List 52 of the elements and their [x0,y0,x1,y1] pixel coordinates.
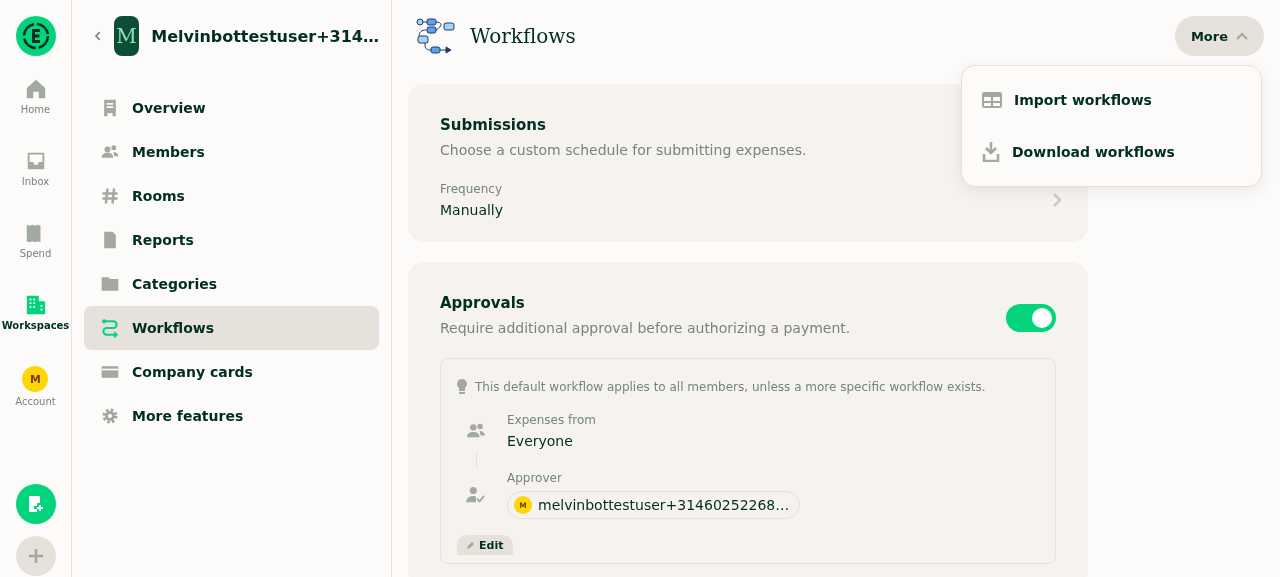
menu-item[interactable]: Download workflows [962,126,1261,178]
folder-icon [100,274,120,294]
lightbulb-icon [457,379,467,395]
hashtag-icon [100,186,120,206]
workspace-avatar: M [113,16,140,56]
plus-icon [26,547,45,565]
sidebar-item[interactable]: Categories [84,262,379,306]
home-icon [24,78,47,100]
card-title: Approvals [440,294,526,312]
building-icon [24,294,47,316]
people-icon [465,422,487,440]
more-button[interactable]: More [1174,16,1264,56]
card-title: Submissions [440,116,547,134]
field-label: Approver [507,471,563,485]
toggle-switch[interactable] [1006,304,1056,332]
field-value[interactable]: Manually [440,202,504,218]
page-title: Workflows [470,24,576,48]
app-logo[interactable] [15,16,56,56]
sidebar-item[interactable]: Company cards [84,350,379,394]
create-expense-button[interactable] [15,484,56,524]
sidebar-item[interactable]: Workflows [84,306,379,350]
sidebar-item[interactable]: Rooms [84,174,379,218]
add-button[interactable] [15,536,56,576]
menu-item[interactable]: Import workflows [962,74,1261,126]
nav-tab[interactable]: Home [20,78,51,150]
workflow-icon [100,318,120,338]
nav-tab[interactable]: Inbox [21,150,50,222]
edit-button[interactable]: Edit [457,535,514,555]
field-value: Everyone [507,433,574,449]
sidebar-item[interactable]: More features [84,394,379,438]
nav-tab[interactable]: Spend [19,222,52,294]
avatar: M [22,366,49,392]
nav-tab[interactable]: M Account [15,366,56,438]
sidebar-item[interactable]: Reports [84,218,379,262]
nav-tab[interactable]: Workspaces [1,294,70,366]
caret-icon [1236,32,1248,40]
pencil-icon [467,541,475,549]
field-label: Frequency [440,182,503,196]
workspace-name: Melvinbottestuser+314… [151,26,379,46]
receipt-plus-icon [27,495,44,513]
sidebar-item[interactable]: Overview [84,86,379,130]
field-label: Expenses from [507,413,596,427]
workflow-illustration-icon [416,17,458,55]
hint-text: This default workflow applies to all members, unless a more specific workflow exists. [475,380,986,394]
download-icon [982,142,1000,162]
sidebar-item[interactable]: Members [84,130,379,174]
table-icon [982,92,1002,108]
card-description: Require additional approval before authorizing a payment. [440,320,851,336]
card-description: Choose a custom schedule for submitting expenses. [440,142,807,158]
chevron-right-icon[interactable] [1052,192,1062,208]
user-check-icon [465,486,487,504]
gear-icon [100,406,120,426]
